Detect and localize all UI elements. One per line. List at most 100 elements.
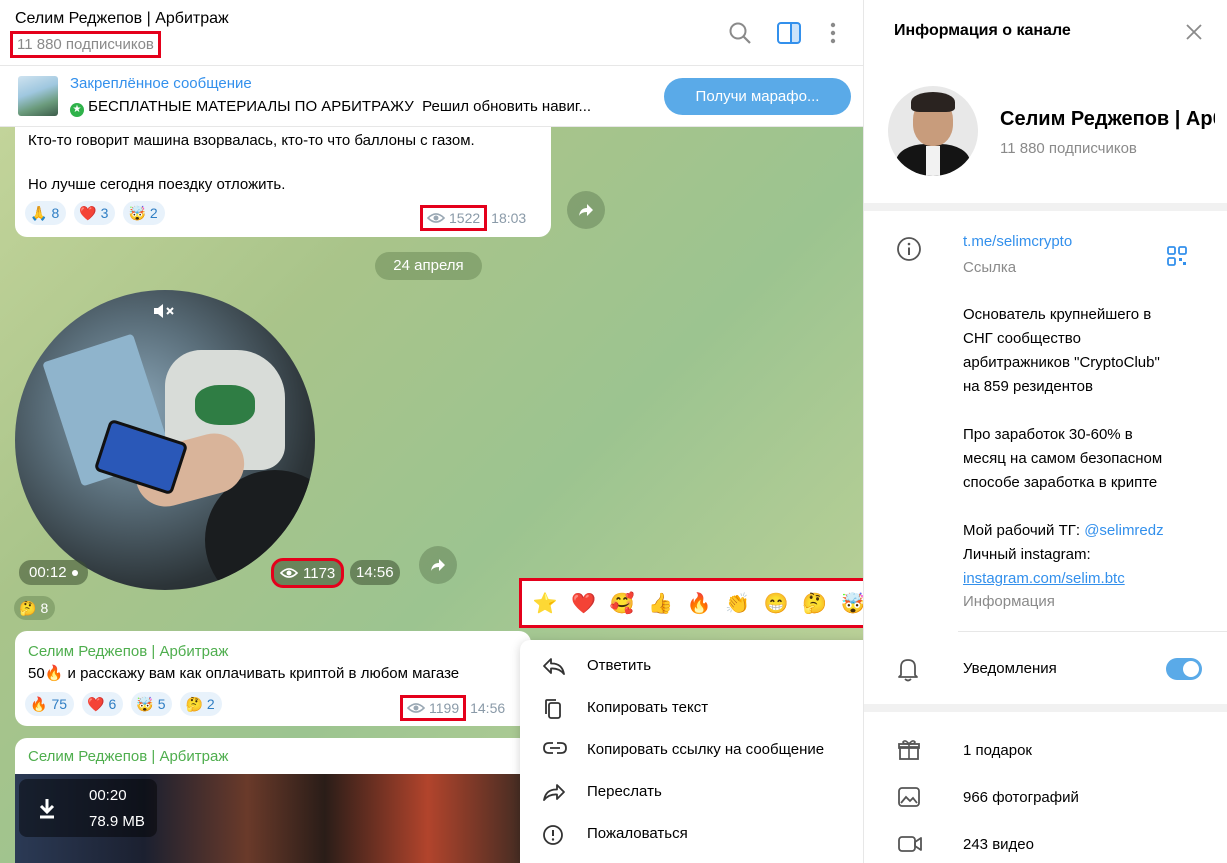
video-download-card[interactable]: 00:20 78.9 MB	[19, 779, 157, 837]
date-separator: 24 апреля	[375, 252, 482, 280]
sidebar-toggle-icon[interactable]	[776, 20, 802, 46]
video-message[interactable]	[15, 290, 315, 590]
views-counter: 1522	[420, 205, 488, 231]
message-bubble[interactable]: Кто-то говорит машина взорвалась, кто-то…	[15, 110, 551, 237]
reaction-option-mind-blown[interactable]: 🤯	[840, 590, 863, 616]
views-counter: 1173	[271, 558, 345, 588]
reaction-picker: ⭐ ❤️ 🥰 👍 🔥 👏 😁 🤔 🤯 🙏	[519, 578, 863, 628]
video-duration: 00:12	[19, 560, 88, 585]
video-size: 78.9 MB	[89, 813, 145, 830]
reaction-chip[interactable]: 🙏 8	[25, 201, 67, 225]
instagram-link[interactable]: instagram.com/selim.btc	[963, 570, 1125, 587]
reaction-chip[interactable]: 🤯 5	[131, 692, 173, 716]
message-time: 18:03	[491, 210, 527, 226]
message-author[interactable]: Селим Реджепов | Арбитраж	[28, 643, 228, 660]
link-label: Ссылка	[963, 259, 1017, 276]
subscriber-count: 11 880 подписчиков	[10, 31, 161, 58]
reaction-option-thinking[interactable]: 🤔	[802, 590, 828, 616]
report-icon	[543, 825, 563, 845]
download-icon[interactable]	[37, 797, 57, 819]
gift-icon	[898, 740, 920, 760]
mute-icon[interactable]	[152, 302, 176, 320]
message-text: Но лучше сегодня поездку отложить.	[28, 176, 286, 193]
reaction-chip[interactable]: 🤯 2	[123, 201, 165, 225]
reaction-option-thumbs-up[interactable]: 👍	[648, 590, 674, 616]
divider	[958, 631, 1227, 632]
reaction-option-star[interactable]: ⭐	[532, 590, 558, 616]
star-badge-icon: ★	[70, 103, 84, 117]
channel-link[interactable]: t.me/selimcrypto	[963, 233, 1072, 250]
panel-title: Информация о канале	[894, 22, 1071, 39]
video-duration: 00:20	[89, 787, 127, 804]
forward-icon	[543, 784, 565, 801]
reactions: 🔥 75 ❤️ 6 🤯 5 🤔 2	[25, 692, 222, 716]
reaction-chip[interactable]: 🔥 75	[25, 692, 75, 716]
qr-code-icon[interactable]	[1166, 245, 1188, 267]
info-icon	[897, 237, 921, 261]
forward-button[interactable]	[419, 546, 457, 584]
chat-header[interactable]: Селим Реджепов | Арбитраж 11 880 подписч…	[0, 0, 863, 66]
reaction-chip[interactable]: 🤔 8	[14, 596, 56, 620]
description-label: Информация	[963, 593, 1055, 610]
reaction-option-heart[interactable]: ❤️	[571, 590, 597, 616]
reaction-chip[interactable]: ❤️ 6	[82, 692, 124, 716]
eye-icon	[427, 213, 445, 223]
reaction-option-fire[interactable]: 🔥	[686, 590, 712, 616]
channel-info-panel: Информация о канале Селим Реджепов | Арб…	[863, 0, 1227, 863]
more-icon[interactable]	[820, 20, 846, 46]
photo-icon	[898, 787, 920, 807]
reactions: 🙏 8 ❤️ 3 🤯 2	[25, 201, 165, 225]
views-counter: 1199	[400, 695, 467, 721]
share-arrow-icon	[579, 204, 593, 216]
reaction-option-love-face[interactable]: 🥰	[609, 590, 635, 616]
reaction-chip[interactable]: ❤️ 3	[74, 201, 116, 225]
menu-item-copy-link[interactable]: Копировать ссылку на сообщение	[520, 729, 863, 771]
message-author[interactable]: Селим Реджепов | Арбитраж	[28, 748, 228, 765]
gifts-row[interactable]: 1 подарок	[963, 742, 1032, 759]
message-text: 50🔥 и расскажу вам как оплачивать крипто…	[28, 665, 460, 682]
notifications-label: Уведомления	[963, 660, 1057, 677]
menu-item-forward[interactable]: Переслать	[520, 771, 863, 813]
telegram-link[interactable]: @selimredz	[1084, 522, 1163, 539]
share-arrow-icon	[431, 559, 445, 571]
reply-icon	[543, 658, 565, 675]
message-time: 14:56	[350, 560, 400, 585]
reaction-chip[interactable]: 🤔 2	[180, 692, 222, 716]
message-bubble[interactable]: Селим Реджепов | Арбитраж 50🔥 и расскажу…	[15, 631, 531, 726]
menu-item-reply[interactable]: Ответить	[520, 645, 863, 687]
divider	[864, 704, 1227, 712]
channel-name: Селим Реджепов | Арбитраж	[1000, 108, 1215, 130]
pinned-message-bar[interactable]: Закреплённое сообщение ★ БЕСПЛАТНЫЕ МАТЕ…	[0, 66, 863, 127]
forward-button[interactable]	[567, 191, 605, 229]
message-bubble[interactable]: Селим Реджепов | Арбитраж 00:20 78.9 MB	[15, 738, 531, 863]
videos-row[interactable]: 243 видео	[963, 836, 1034, 853]
search-icon[interactable]	[727, 20, 753, 46]
message-meta: 1522 18:03	[420, 205, 526, 231]
context-menu: Ответить Копировать текст Копировать ссы…	[520, 640, 863, 863]
pinned-action-button[interactable]: Получи марафо...	[664, 78, 851, 115]
menu-item-copy-text[interactable]: Копировать текст	[520, 687, 863, 729]
eye-icon	[407, 703, 425, 713]
pinned-text: ★ БЕСПЛАТНЫЕ МАТЕРИАЛЫ ПО АРБИТРАЖУ Реши…	[70, 98, 642, 117]
pinned-thumbnail	[18, 76, 58, 116]
notifications-toggle[interactable]	[1166, 658, 1202, 680]
bell-icon	[898, 659, 918, 682]
photos-row[interactable]: 966 фотографий	[963, 789, 1079, 806]
avatar[interactable]	[888, 86, 978, 176]
reaction-option-clap[interactable]: 👏	[725, 590, 751, 616]
subscriber-count: 11 880 подписчиков	[1000, 140, 1137, 157]
message-time: 14:56	[470, 700, 506, 716]
chat-area: Кто-то говорит машина взорвалась, кто-то…	[0, 0, 863, 863]
channel-description: Основатель крупнейшего в СНГ сообщество …	[963, 306, 1164, 587]
pinned-title: Закреплённое сообщение	[70, 75, 252, 92]
link-icon	[543, 742, 567, 754]
message-text: Кто-то говорит машина взорвалась, кто-то…	[28, 132, 475, 149]
close-icon[interactable]	[1184, 22, 1204, 42]
eye-icon	[280, 568, 298, 578]
divider	[864, 203, 1227, 211]
reaction-option-grin[interactable]: 😁	[763, 590, 789, 616]
menu-item-report[interactable]: Пожаловаться	[520, 813, 863, 855]
video-icon	[898, 836, 922, 852]
copy-icon	[545, 699, 561, 719]
channel-title[interactable]: Селим Реджепов | Арбитраж	[15, 10, 229, 28]
